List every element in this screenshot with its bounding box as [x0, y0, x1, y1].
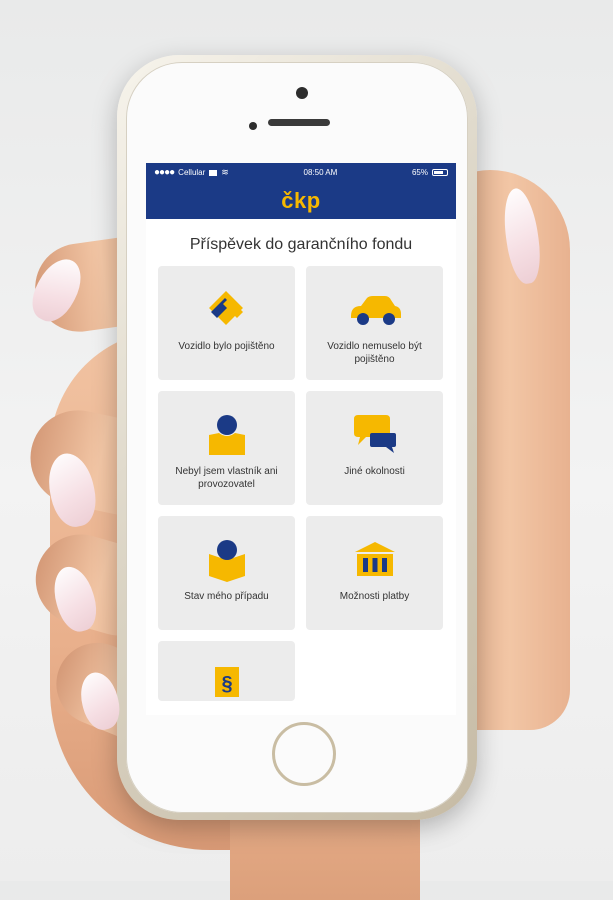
- app-screen: ●●●● Cellular ≋ 08:50 AM 65% čkp Příspěv…: [146, 163, 456, 715]
- app-header: čkp: [146, 182, 456, 219]
- tile-other-circumstances[interactable]: Jiné okolnosti: [306, 391, 443, 505]
- carrier-label: Cellular: [178, 168, 206, 177]
- wifi-icon: ≋: [221, 167, 229, 177]
- tile-label: Stav mého případu: [184, 591, 269, 602]
- status-right: 65%: [412, 168, 448, 177]
- tile-label: Možnosti platby: [339, 591, 410, 602]
- tile-label: Nebyl jsem vlastník ani provozovatel: [175, 466, 278, 490]
- tile-legal[interactable]: §: [158, 641, 295, 701]
- handshake-icon: [205, 288, 249, 332]
- svg-text:§: §: [221, 673, 232, 695]
- battery-icon: [431, 169, 448, 176]
- tile-not-owner[interactable]: Nebyl jsem vlastník ani provozovatel: [158, 391, 295, 505]
- paragraph-icon: §: [214, 663, 239, 701]
- earpiece: [268, 119, 330, 126]
- page-title: Příspěvek do garančního fondu: [189, 236, 413, 253]
- person-icon: [205, 413, 249, 457]
- status-bar: ●●●● Cellular ≋ 08:50 AM 65%: [146, 163, 456, 182]
- tile-case-status[interactable]: Stav mého případu: [158, 516, 295, 630]
- tile-label: Vozidlo bylo pojištěno: [178, 341, 275, 352]
- home-button[interactable]: [272, 722, 336, 786]
- message-icon: [209, 169, 218, 176]
- menu-grid: Vozidlo bylo pojištěno Vozidlo nemuselo …: [146, 266, 456, 701]
- open-book-icon: [205, 538, 249, 582]
- front-camera: [296, 87, 308, 99]
- bank-icon: [353, 538, 397, 582]
- status-time: 08:50 AM: [303, 168, 338, 177]
- tile-vehicle-insured[interactable]: Vozidlo bylo pojištěno: [158, 266, 295, 380]
- tile-payment-options[interactable]: Možnosti platby: [306, 516, 443, 630]
- signal-icon: ●●●●: [154, 167, 175, 178]
- status-left: ●●●● Cellular ≋: [154, 167, 229, 178]
- proximity-sensor: [249, 122, 257, 130]
- battery-percent: 65%: [411, 168, 428, 177]
- brand-logo: čkp: [281, 187, 321, 213]
- car-icon: [347, 288, 403, 332]
- tile-vehicle-not-required[interactable]: Vozidlo nemuselo být pojištěno: [306, 266, 443, 380]
- tile-label: Jiné okolnosti: [344, 466, 405, 477]
- tile-label: Vozidlo nemuselo být pojištěno: [327, 341, 422, 365]
- chat-bubbles-icon: [352, 413, 398, 457]
